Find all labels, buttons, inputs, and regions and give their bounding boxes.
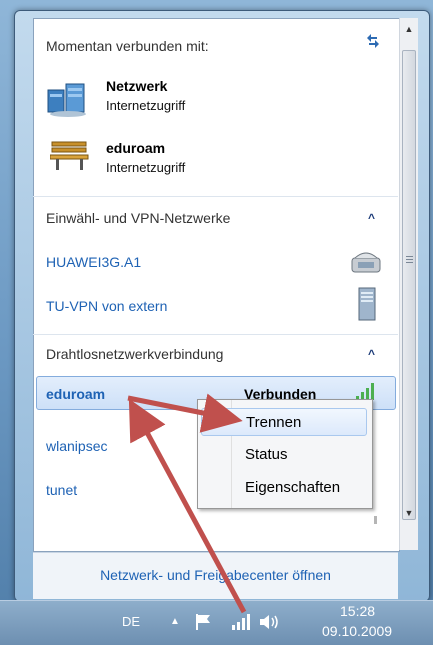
- annotation-arrows: [127, 393, 247, 614]
- arrow-from-tray: [128, 398, 247, 614]
- arrow-to-menu: [127, 393, 243, 433]
